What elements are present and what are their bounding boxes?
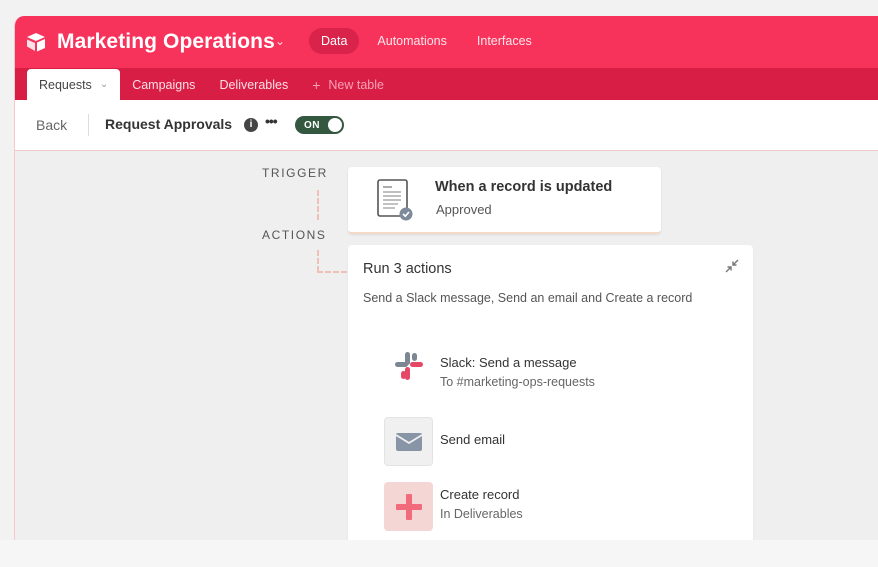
plus-icon bbox=[395, 493, 422, 520]
trigger-subtitle: Approved bbox=[436, 202, 492, 217]
chevron-down-icon[interactable]: ⌄ bbox=[100, 79, 108, 90]
action-title: Send email bbox=[440, 432, 506, 447]
top-nav: Data Automations Interfaces bbox=[309, 28, 550, 54]
app-window: Marketing Operations ⌄ Data Automations … bbox=[14, 16, 878, 540]
automation-toggle[interactable]: ON bbox=[295, 116, 344, 134]
info-icon[interactable]: i bbox=[244, 118, 258, 132]
nav-interfaces[interactable]: Interfaces bbox=[465, 28, 544, 54]
toggle-knob bbox=[328, 118, 342, 132]
action-send-email[interactable]: Send email bbox=[384, 417, 724, 473]
action-subtitle: In Deliverables bbox=[440, 507, 523, 521]
envelope-icon bbox=[395, 432, 422, 451]
table-tabs: Requests ⌄ Campaigns Deliverables + New … bbox=[15, 68, 878, 100]
new-table-button[interactable]: + New table bbox=[300, 70, 396, 100]
automation-toolbar: Back Request Approvals i ••• ON bbox=[15, 100, 878, 151]
more-options-icon[interactable]: ••• bbox=[265, 113, 278, 129]
connector-line bbox=[317, 190, 319, 220]
toolbar-divider bbox=[88, 114, 89, 136]
app-header: Marketing Operations ⌄ Data Automations … bbox=[15, 16, 878, 68]
tab-deliverables[interactable]: Deliverables bbox=[207, 70, 300, 100]
connector-line bbox=[317, 271, 347, 273]
trigger-card[interactable]: When a record is updated Approved bbox=[348, 167, 661, 234]
action-create-record[interactable]: Create record In Deliverables bbox=[384, 482, 724, 538]
document-check-icon bbox=[377, 179, 413, 221]
tab-campaigns[interactable]: Campaigns bbox=[120, 70, 207, 100]
trigger-section-label: TRIGGER bbox=[262, 166, 328, 180]
collapse-icon[interactable] bbox=[724, 258, 740, 274]
plus-icon: + bbox=[312, 77, 321, 93]
trigger-title: When a record is updated bbox=[435, 179, 613, 195]
nav-automations[interactable]: Automations bbox=[365, 28, 458, 54]
action-title: Create record bbox=[440, 487, 520, 502]
new-table-label: New table bbox=[328, 78, 384, 92]
back-button[interactable]: Back bbox=[36, 117, 67, 133]
actions-title: Run 3 actions bbox=[363, 261, 452, 277]
action-icon-box bbox=[384, 417, 433, 466]
actions-description: Send a Slack message, Send an email and … bbox=[363, 291, 693, 305]
action-subtitle: To #marketing-ops-requests bbox=[440, 375, 595, 389]
tab-requests[interactable]: Requests ⌄ bbox=[27, 69, 121, 100]
connector-line bbox=[317, 250, 319, 272]
chevron-down-icon[interactable]: ⌄ bbox=[275, 34, 285, 48]
toggle-label: ON bbox=[304, 119, 320, 131]
automation-name[interactable]: Request Approvals bbox=[105, 116, 232, 132]
footer-band bbox=[0, 540, 878, 567]
airtable-logo-icon[interactable] bbox=[25, 32, 47, 52]
action-icon-box bbox=[384, 482, 433, 531]
actions-card[interactable]: Run 3 actions Send a Slack message, Send… bbox=[348, 245, 753, 540]
tab-label: Requests bbox=[39, 77, 92, 92]
nav-data[interactable]: Data bbox=[309, 28, 360, 54]
action-title: Slack: Send a message bbox=[440, 355, 577, 370]
base-title[interactable]: Marketing Operations bbox=[57, 30, 275, 54]
action-icon-box bbox=[384, 341, 433, 390]
slack-icon bbox=[394, 351, 423, 380]
actions-section-label: ACTIONS bbox=[262, 228, 327, 242]
action-slack[interactable]: Slack: Send a message To #marketing-ops-… bbox=[384, 341, 724, 397]
